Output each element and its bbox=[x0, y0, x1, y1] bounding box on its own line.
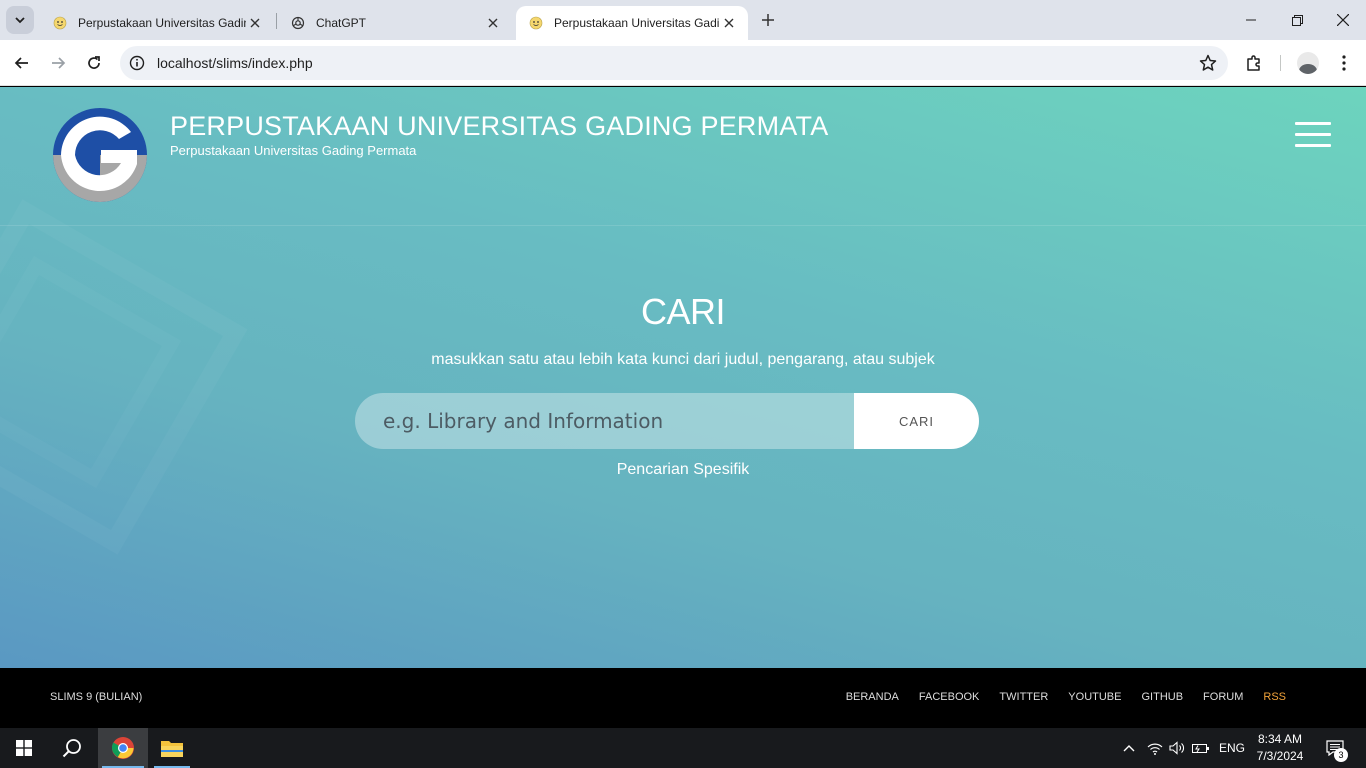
footer-link-facebook[interactable]: FACEBOOK bbox=[919, 691, 980, 703]
start-button[interactable] bbox=[0, 728, 48, 768]
arrow-left-icon bbox=[14, 57, 28, 69]
browser-tab-strip: Perpustakaan Universitas Gadin ChatGPT P… bbox=[0, 0, 1366, 40]
notification-count-badge: 3 bbox=[1334, 748, 1348, 762]
footer-link-forum[interactable]: FORUM bbox=[1203, 691, 1243, 703]
network-button[interactable] bbox=[1144, 728, 1166, 768]
toolbar-separator bbox=[1280, 55, 1281, 71]
site-info-icon[interactable] bbox=[120, 46, 154, 80]
footer-links: BERANDA FACEBOOK TWITTER YOUTUBE GITHUB … bbox=[826, 691, 1286, 703]
header-divider bbox=[0, 225, 1366, 226]
taskbar-chrome-button[interactable] bbox=[98, 728, 148, 768]
new-tab-button[interactable] bbox=[756, 8, 780, 32]
footer-link-beranda[interactable]: BERANDA bbox=[846, 691, 899, 703]
close-tab-icon[interactable] bbox=[246, 14, 264, 32]
show-hidden-icons-button[interactable] bbox=[1118, 728, 1140, 768]
windows-taskbar: ENG 8:34 AM 7/3/2024 3 bbox=[0, 728, 1366, 768]
footer-link-rss[interactable]: RSS bbox=[1263, 691, 1286, 703]
battery-icon bbox=[1192, 744, 1209, 753]
search-form: CARI bbox=[355, 393, 979, 449]
site-footer: SLIMS 9 (BULIAN) BERANDA FACEBOOK TWITTE… bbox=[0, 668, 1366, 728]
folder-icon bbox=[161, 741, 183, 757]
address-url[interactable]: localhost/slims/index.php bbox=[157, 55, 313, 71]
footer-version: SLIMS 9 (BULIAN) bbox=[50, 691, 143, 703]
library-page: PERPUSTAKAAN UNIVERSITAS GADING PERMATA … bbox=[0, 87, 1366, 668]
windows-logo-icon bbox=[16, 740, 32, 756]
chatgpt-favicon-icon bbox=[290, 15, 306, 31]
puzzle-icon bbox=[1247, 55, 1260, 71]
close-icon bbox=[1337, 14, 1349, 26]
close-tab-icon[interactable] bbox=[720, 14, 738, 32]
forward-button[interactable] bbox=[44, 49, 72, 77]
taskbar-search-button[interactable] bbox=[48, 728, 96, 768]
minimize-window-button[interactable] bbox=[1228, 0, 1274, 40]
chrome-icon bbox=[111, 737, 134, 759]
back-button[interactable] bbox=[8, 49, 36, 77]
tab-title: ChatGPT bbox=[316, 16, 367, 30]
tab-chatgpt[interactable]: ChatGPT bbox=[278, 6, 512, 40]
clock-time: 8:34 AM bbox=[1257, 732, 1303, 746]
extensions-button[interactable] bbox=[1240, 49, 1268, 77]
minimize-icon bbox=[1246, 19, 1256, 21]
taskbar-file-explorer-button[interactable] bbox=[150, 728, 194, 768]
chevron-down-icon bbox=[15, 17, 25, 24]
tab-library-active[interactable]: Perpustakaan Universitas Gadin bbox=[516, 6, 748, 40]
address-bar[interactable]: localhost/slims/index.php bbox=[120, 46, 1228, 80]
footer-link-youtube[interactable]: YOUTUBE bbox=[1068, 691, 1121, 703]
notifications-button[interactable] bbox=[1318, 728, 1352, 768]
hamburger-bar bbox=[1295, 122, 1331, 125]
close-window-button[interactable] bbox=[1320, 0, 1366, 40]
avatar-body bbox=[1299, 64, 1317, 74]
tab-separator bbox=[276, 13, 277, 29]
browser-menu-button[interactable] bbox=[1330, 49, 1358, 77]
search-description: masukkan satu atau lebih kata kunci dari… bbox=[431, 351, 935, 368]
search-input[interactable] bbox=[355, 393, 854, 449]
bookmark-star-icon[interactable] bbox=[1198, 53, 1218, 73]
search-icon bbox=[62, 739, 81, 758]
footer-link-twitter[interactable]: TWITTER bbox=[999, 691, 1048, 703]
tab-title: Perpustakaan Universitas Gadin bbox=[554, 16, 720, 30]
tab-title: Perpustakaan Universitas Gadin bbox=[78, 16, 246, 30]
browser-toolbar: localhost/slims/index.php bbox=[0, 40, 1366, 86]
wifi-icon bbox=[1147, 743, 1163, 755]
input-language[interactable]: ENG bbox=[1219, 741, 1245, 755]
tab-library-1[interactable]: Perpustakaan Universitas Gadin bbox=[40, 6, 274, 40]
close-tab-icon[interactable] bbox=[484, 14, 502, 32]
tab-search-button[interactable] bbox=[6, 6, 34, 34]
search-button[interactable]: CARI bbox=[854, 393, 979, 449]
battery-button[interactable] bbox=[1189, 728, 1213, 768]
speaker-icon bbox=[1169, 741, 1184, 755]
volume-button[interactable] bbox=[1166, 728, 1188, 768]
kebab-menu-icon bbox=[1342, 55, 1346, 71]
footer-link-github[interactable]: GITHUB bbox=[1141, 691, 1183, 703]
system-clock[interactable]: 8:34 AM 7/3/2024 bbox=[1252, 731, 1308, 765]
restore-window-button[interactable] bbox=[1274, 0, 1320, 40]
smiley-favicon-icon bbox=[528, 15, 544, 31]
reload-button[interactable] bbox=[80, 49, 108, 77]
search-heading: CARI bbox=[640, 291, 726, 332]
clock-date: 7/3/2024 bbox=[1256, 749, 1304, 763]
profile-avatar-icon[interactable] bbox=[1297, 52, 1319, 74]
hamburger-bar bbox=[1295, 144, 1331, 147]
smiley-favicon-icon bbox=[52, 15, 68, 31]
chevron-up-icon bbox=[1123, 745, 1135, 752]
advanced-search-link[interactable]: Pencarian Spesifik bbox=[0, 461, 1366, 479]
menu-button[interactable] bbox=[1295, 122, 1331, 148]
restore-icon bbox=[1291, 14, 1303, 26]
site-title[interactable]: PERPUSTAKAAN UNIVERSITAS GADING PERMATA bbox=[170, 111, 828, 142]
reload-icon bbox=[88, 56, 100, 69]
plus-icon bbox=[762, 14, 774, 26]
hamburger-bar bbox=[1295, 133, 1331, 136]
site-subtitle: Perpustakaan Universitas Gading Permata bbox=[170, 143, 417, 158]
university-logo[interactable] bbox=[53, 108, 147, 202]
arrow-right-icon bbox=[52, 57, 66, 69]
